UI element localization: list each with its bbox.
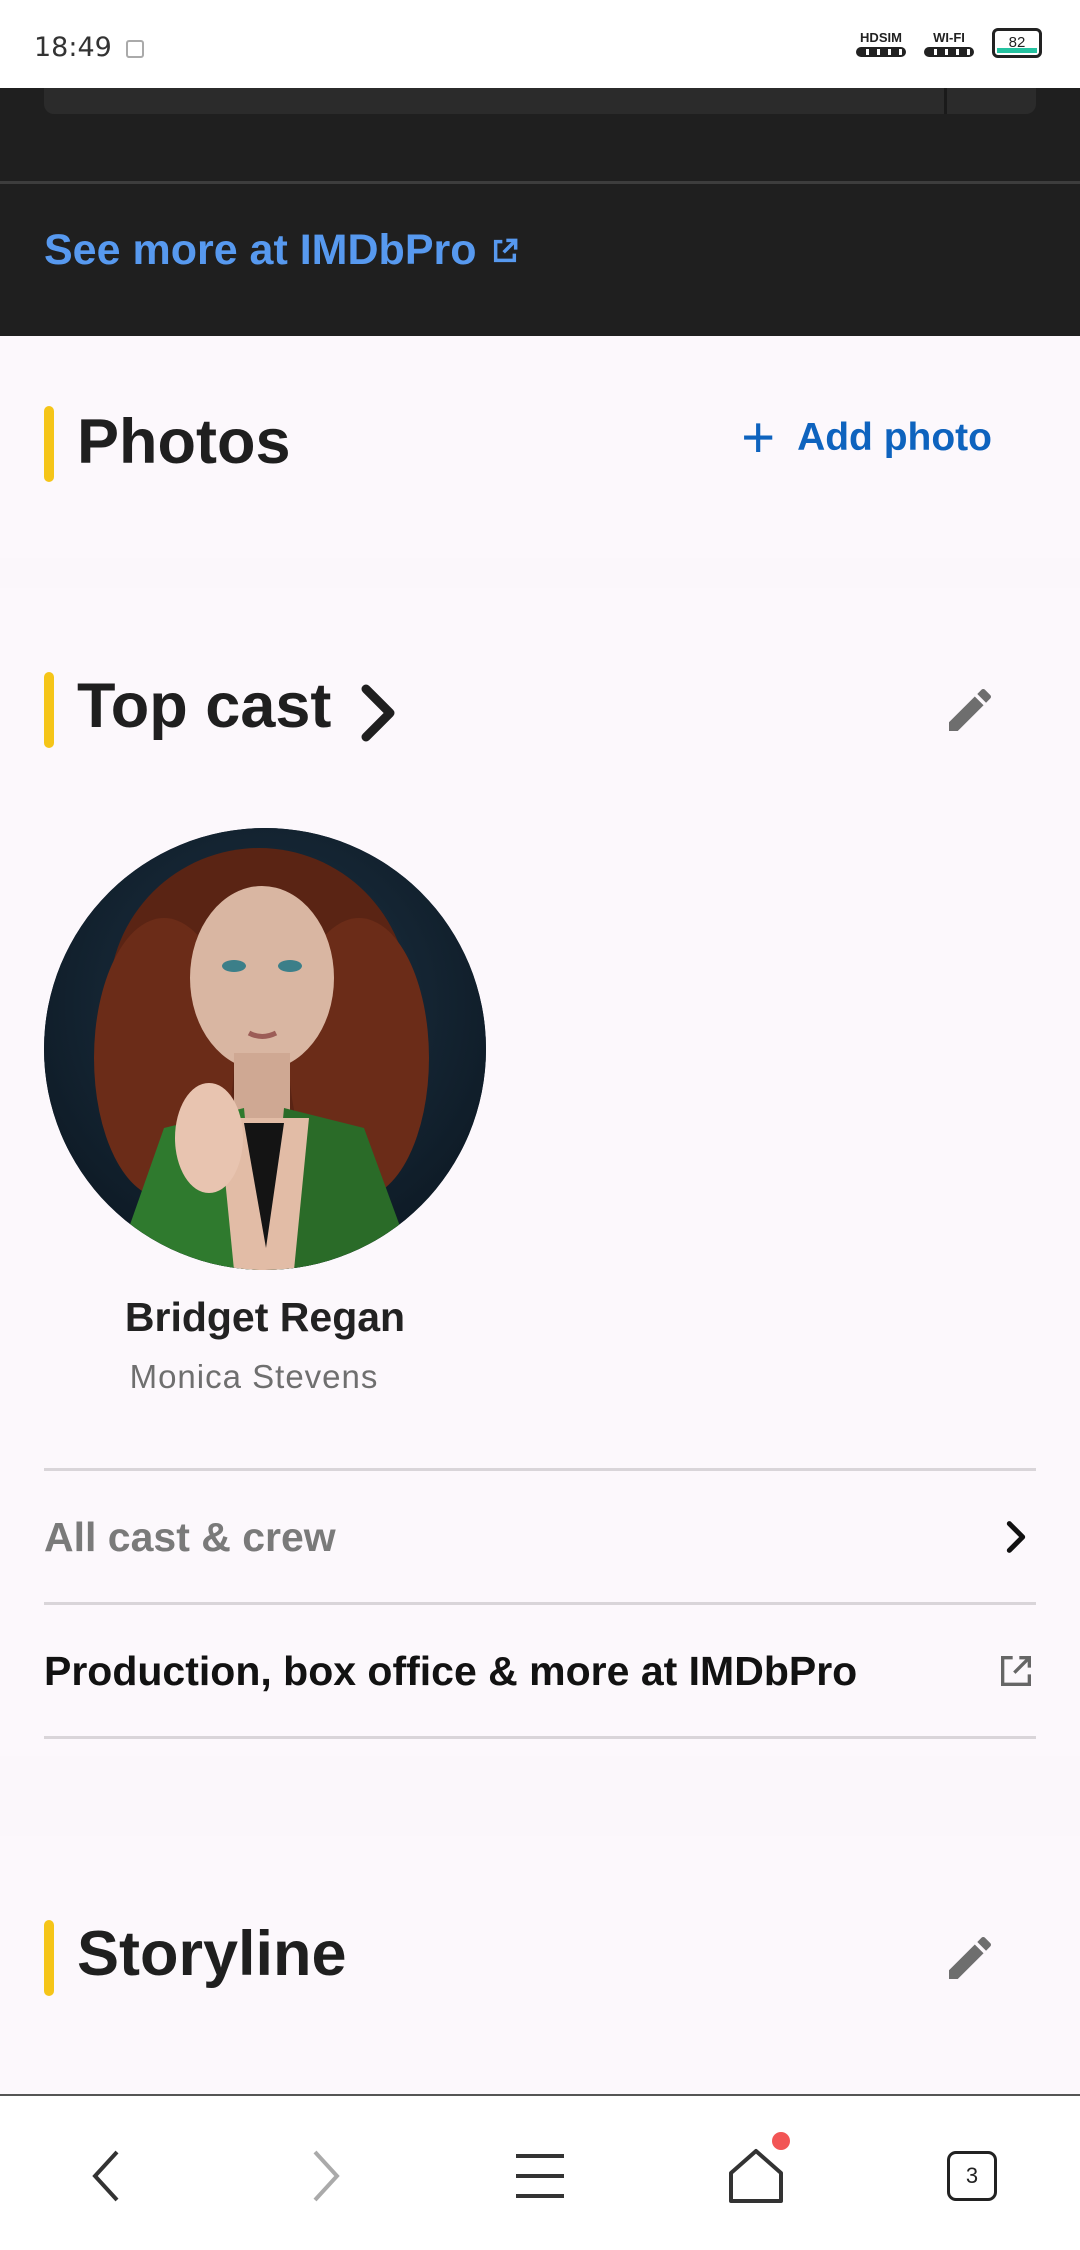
- menu-icon: [516, 2154, 564, 2198]
- imdbpro-production-label: Production, box office & more at IMDbPro: [44, 1647, 858, 1694]
- section-accent-bar: [44, 1920, 54, 1996]
- storyline-section: Storyline: [0, 1836, 1080, 2096]
- back-button[interactable]: [67, 2136, 147, 2216]
- imdbpro-band: See more at IMDbPro: [0, 88, 1080, 336]
- cast-character: Monica Stevens: [129, 1358, 379, 1395]
- browser-bottom-nav: 3: [0, 2094, 1080, 2250]
- see-more-imdbpro-label: See more at IMDbPro: [44, 226, 477, 274]
- top-cast-section: Top cast Bridget Regan Monica Stevens Al…: [0, 588, 1080, 1756]
- add-photo-button[interactable]: + Add photo: [741, 405, 992, 470]
- status-indicators: HDSIM WI-FI 82: [856, 28, 1042, 58]
- photos-section: Photos + Add photo: [0, 336, 1080, 558]
- divider: [44, 1602, 1036, 1605]
- home-icon: [729, 2149, 783, 2203]
- external-link-icon: [1001, 1656, 1031, 1686]
- tabs-button[interactable]: 3: [932, 2136, 1012, 2216]
- storyline-title: Storyline: [77, 1919, 347, 1989]
- top-cast-title[interactable]: Top cast: [77, 670, 331, 742]
- sim-signal-icon: HDSIM: [856, 30, 906, 57]
- cast-portrait-image: [44, 828, 486, 1270]
- notification-icon: [126, 40, 144, 58]
- add-photo-label: Add photo: [797, 416, 992, 459]
- forward-arrow-icon: [313, 2150, 340, 2202]
- all-cast-crew-label: All cast & crew: [44, 1513, 336, 1560]
- status-bar: 18:49 HDSIM WI-FI 82: [0, 0, 1080, 88]
- chevron-right-icon[interactable]: [356, 683, 402, 743]
- home-button[interactable]: [716, 2132, 796, 2216]
- divider: [44, 1736, 1036, 1739]
- tab-count: 3: [965, 2163, 979, 2188]
- edit-pencil-icon[interactable]: [942, 1930, 998, 1986]
- cast-avatar[interactable]: [44, 828, 486, 1270]
- tabs-icon: 3: [947, 2151, 997, 2201]
- forward-button[interactable]: [285, 2136, 365, 2216]
- plus-icon: +: [741, 405, 776, 470]
- all-cast-crew-row[interactable]: All cast & crew: [44, 1472, 1036, 1602]
- cast-name[interactable]: Bridget Regan: [44, 1294, 486, 1341]
- section-accent-bar: [44, 672, 54, 748]
- dark-card-edge: [44, 88, 1036, 114]
- section-accent-bar: [44, 406, 54, 482]
- status-time: 18:49: [34, 32, 112, 63]
- wifi-icon: WI-FI: [924, 30, 974, 57]
- see-more-imdbpro-link[interactable]: See more at IMDbPro: [44, 226, 521, 275]
- back-arrow-icon: [92, 2150, 119, 2202]
- photos-title: Photos: [77, 407, 291, 477]
- imdbpro-production-row[interactable]: Production, box office & more at IMDbPro: [44, 1606, 1036, 1736]
- menu-button[interactable]: [500, 2136, 580, 2216]
- edit-pencil-icon[interactable]: [942, 682, 998, 738]
- chevron-right-icon: [1006, 1521, 1026, 1553]
- battery-icon: 82: [992, 28, 1042, 58]
- divider: [44, 1468, 1036, 1471]
- notification-dot: [772, 2132, 790, 2150]
- divider: [0, 181, 1080, 184]
- external-link-icon: [493, 238, 517, 262]
